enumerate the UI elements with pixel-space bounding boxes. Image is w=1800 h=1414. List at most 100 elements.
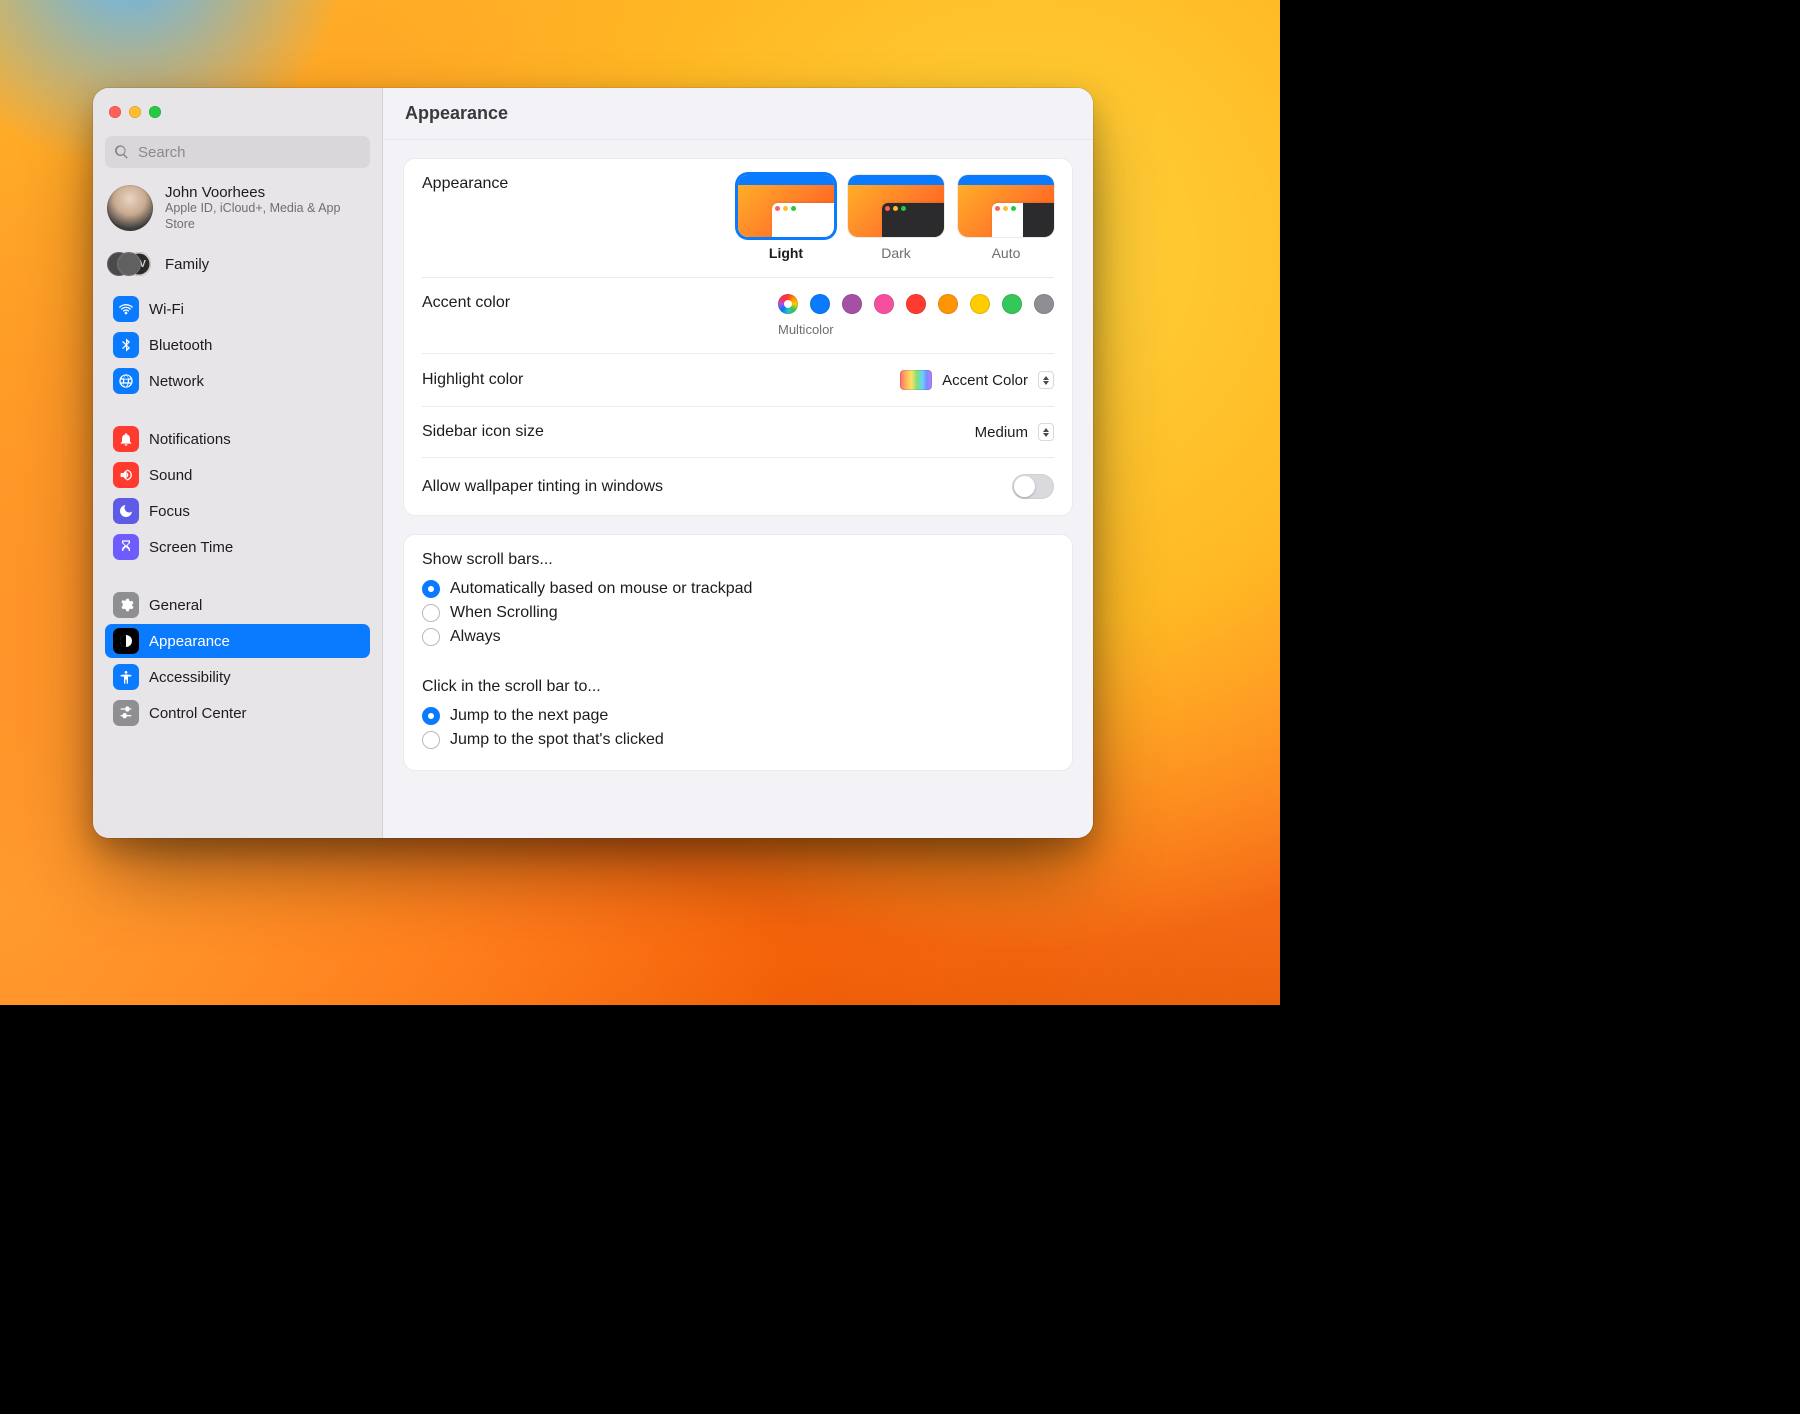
radio-always-row[interactable]: Always	[422, 625, 1054, 649]
scroll-card: Show scroll bars... Automatically based …	[403, 534, 1073, 771]
search-icon	[114, 144, 130, 160]
highlight-color-label: Highlight color	[422, 371, 523, 389]
dark-preview-icon	[848, 175, 944, 237]
accent-red[interactable]	[906, 294, 926, 314]
light-preview-icon	[738, 175, 834, 237]
sidebar-item-label: General	[149, 597, 202, 614]
wallpaper-tinting-toggle[interactable]	[1012, 474, 1054, 499]
sidebar-item-notifications[interactable]: Notifications	[105, 422, 370, 456]
mode-label: Dark	[881, 245, 911, 261]
sidebar-item-label: Bluetooth	[149, 337, 212, 354]
desktop-wallpaper: John Voorhees Apple ID, iCloud+, Media &…	[0, 0, 1280, 1005]
avatar	[107, 185, 153, 231]
radio-jump-spot-row[interactable]: Jump to the spot that's clicked	[422, 728, 1054, 752]
auto-preview-icon	[958, 175, 1054, 237]
click-scrollbar-block: Click in the scroll bar to... Jump to th…	[422, 663, 1054, 766]
toggle-knob-icon	[1014, 476, 1035, 497]
sidebar-group-system: General Appearance Accessibility	[105, 588, 370, 730]
sidebar-group-network: Wi-Fi Bluetooth Network	[105, 292, 370, 398]
appearance-mode-auto[interactable]: Auto	[958, 175, 1054, 261]
radio-auto-row[interactable]: Automatically based on mouse or trackpad	[422, 577, 1054, 601]
family-row[interactable]: CV Family	[105, 244, 370, 282]
appearance-mode-light[interactable]: Light	[738, 175, 834, 261]
bell-icon	[113, 426, 139, 452]
radio-label: Automatically based on mouse or trackpad	[450, 580, 752, 598]
radio-label: When Scrolling	[450, 604, 558, 622]
sidebar-item-screentime[interactable]: Screen Time	[105, 530, 370, 564]
highlight-swatch-icon	[900, 370, 932, 390]
sidebar-item-general[interactable]: General	[105, 588, 370, 622]
sidebar-item-wifi[interactable]: Wi-Fi	[105, 292, 370, 326]
apple-id-row[interactable]: John Voorhees Apple ID, iCloud+, Media &…	[105, 178, 370, 234]
accent-color-swatches	[778, 294, 1054, 314]
appearance-mode-dark[interactable]: Dark	[848, 175, 944, 261]
sidebar-icon-size-value: Medium	[975, 424, 1028, 441]
accent-color-row: Accent color	[422, 278, 1054, 354]
radio-icon	[422, 604, 440, 622]
accent-purple[interactable]	[842, 294, 862, 314]
bluetooth-icon	[113, 332, 139, 358]
sidebar-item-sound[interactable]: Sound	[105, 458, 370, 492]
accent-green[interactable]	[1002, 294, 1022, 314]
radio-icon	[422, 731, 440, 749]
sidebar-item-focus[interactable]: Focus	[105, 494, 370, 528]
radio-icon	[422, 628, 440, 646]
appearance-card: Appearance Light	[403, 158, 1073, 516]
highlight-color-value: Accent Color	[942, 372, 1028, 389]
sidebar-item-network[interactable]: Network	[105, 364, 370, 398]
hourglass-icon	[113, 534, 139, 560]
moon-icon	[113, 498, 139, 524]
zoom-icon[interactable]	[149, 106, 161, 118]
minimize-icon[interactable]	[129, 106, 141, 118]
mode-label: Light	[769, 245, 803, 261]
network-icon	[113, 368, 139, 394]
sidebar-item-bluetooth[interactable]: Bluetooth	[105, 328, 370, 362]
accessibility-icon	[113, 664, 139, 690]
accent-caption: Multicolor	[778, 322, 834, 337]
appearance-icon	[113, 628, 139, 654]
radio-label: Always	[450, 628, 501, 646]
radio-icon	[422, 580, 440, 598]
radio-scrolling-row[interactable]: When Scrolling	[422, 601, 1054, 625]
sidebar-item-controlcenter[interactable]: Control Center	[105, 696, 370, 730]
appearance-mode-row: Appearance Light	[422, 159, 1054, 278]
wallpaper-tinting-row: Allow wallpaper tinting in windows	[422, 458, 1054, 515]
appearance-mode-label: Appearance	[422, 175, 508, 193]
sidebar-icon-size-select[interactable]: Medium	[975, 423, 1054, 441]
show-scrollbars-label: Show scroll bars...	[422, 551, 1054, 569]
sidebar-item-label: Accessibility	[149, 669, 231, 686]
sidebar-item-accessibility[interactable]: Accessibility	[105, 660, 370, 694]
pane-toolbar: Appearance	[383, 88, 1093, 140]
sidebar-icon-size-row: Sidebar icon size Medium	[422, 407, 1054, 458]
accent-graphite[interactable]	[1034, 294, 1054, 314]
sidebar-item-label: Sound	[149, 467, 192, 484]
highlight-color-select[interactable]: Accent Color	[900, 370, 1054, 390]
search-field[interactable]	[105, 136, 370, 168]
sidebar-item-label: Network	[149, 373, 204, 390]
close-icon[interactable]	[109, 106, 121, 118]
search-input[interactable]	[138, 144, 361, 161]
accent-blue[interactable]	[810, 294, 830, 314]
accent-multicolor[interactable]	[778, 294, 798, 314]
sidebar-item-label: Appearance	[149, 633, 230, 650]
sidebar-item-label: Notifications	[149, 431, 231, 448]
mode-label: Auto	[992, 245, 1021, 261]
radio-label: Jump to the spot that's clicked	[450, 731, 664, 749]
accent-orange[interactable]	[938, 294, 958, 314]
sidebar: John Voorhees Apple ID, iCloud+, Media &…	[93, 88, 383, 838]
radio-label: Jump to the next page	[450, 707, 608, 725]
show-scrollbars-block: Show scroll bars... Automatically based …	[422, 551, 1054, 663]
accent-color-label: Accent color	[422, 294, 510, 312]
system-settings-window: John Voorhees Apple ID, iCloud+, Media &…	[93, 88, 1093, 838]
page-title: Appearance	[405, 103, 508, 124]
accent-pink[interactable]	[874, 294, 894, 314]
accent-yellow[interactable]	[970, 294, 990, 314]
radio-icon	[422, 707, 440, 725]
sidebar-icon-size-label: Sidebar icon size	[422, 423, 544, 441]
sidebar-item-label: Control Center	[149, 705, 247, 722]
sidebar-item-appearance[interactable]: Appearance	[105, 624, 370, 658]
radio-jump-page-row[interactable]: Jump to the next page	[422, 704, 1054, 728]
wallpaper-tinting-label: Allow wallpaper tinting in windows	[422, 478, 663, 496]
detail-pane: Appearance Appearance	[383, 88, 1093, 838]
appearance-mode-picker: Light Dark	[738, 175, 1054, 261]
